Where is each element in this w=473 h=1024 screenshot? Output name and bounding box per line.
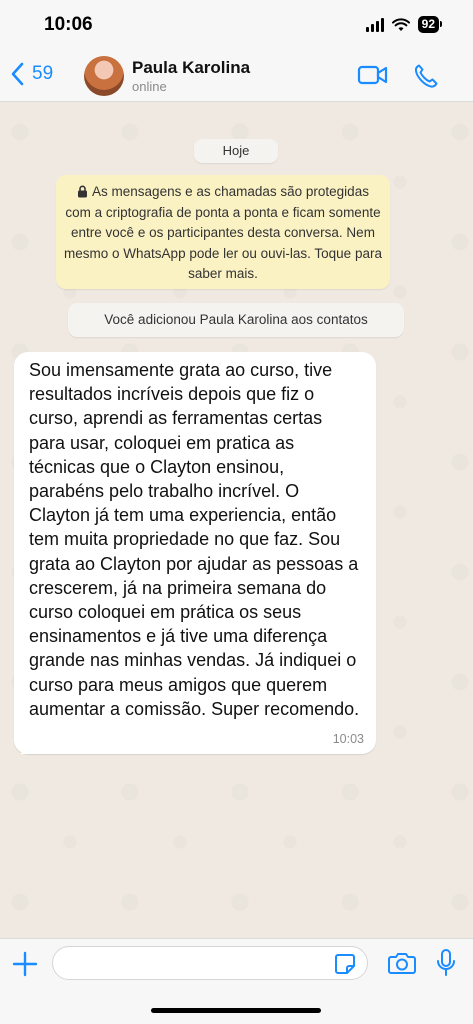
home-indicator (151, 1008, 321, 1013)
unread-count: 59 (32, 63, 54, 84)
chat-header: 59 Paula Karolina online (0, 50, 473, 102)
chevron-left-icon (11, 62, 24, 86)
status-icons: 92 (365, 16, 443, 33)
sticker-icon[interactable] (334, 953, 356, 975)
battery-indicator: 92 (417, 16, 443, 33)
encryption-text: As mensagens e as chamadas são protegida… (64, 184, 382, 281)
message-bubble[interactable]: Sou imensamente grata ao curso, tive res… (14, 352, 376, 754)
message-input[interactable] (52, 946, 368, 980)
chat-area[interactable]: Hoje As mensagens e as chamadas são prot… (0, 102, 473, 938)
status-bar: 10:06 92 (0, 0, 473, 50)
video-icon[interactable] (357, 64, 389, 86)
plus-icon[interactable] (12, 951, 38, 977)
encryption-notice[interactable]: As mensagens e as chamadas são protegida… (56, 175, 390, 289)
back-button[interactable]: 59 (10, 62, 53, 86)
message-time: 10:03 (332, 732, 364, 746)
mic-icon[interactable] (436, 948, 456, 978)
bubble-tail (20, 742, 34, 754)
date-chip: Hoje (194, 139, 278, 163)
system-message: Você adicionou Paula Karolina aos contat… (68, 303, 404, 337)
status-time: 10:06 (44, 14, 93, 35)
signal-icon (365, 17, 384, 32)
phone-icon[interactable] (413, 63, 439, 89)
avatar[interactable] (84, 56, 124, 96)
camera-icon[interactable] (388, 951, 416, 975)
lock-icon (78, 185, 88, 198)
contact-name[interactable]: Paula Karolina (132, 58, 250, 78)
wifi-icon (391, 17, 410, 31)
contact-status: online (132, 79, 167, 94)
message-text: Sou imensamente grata ao curso, tive res… (29, 360, 360, 719)
